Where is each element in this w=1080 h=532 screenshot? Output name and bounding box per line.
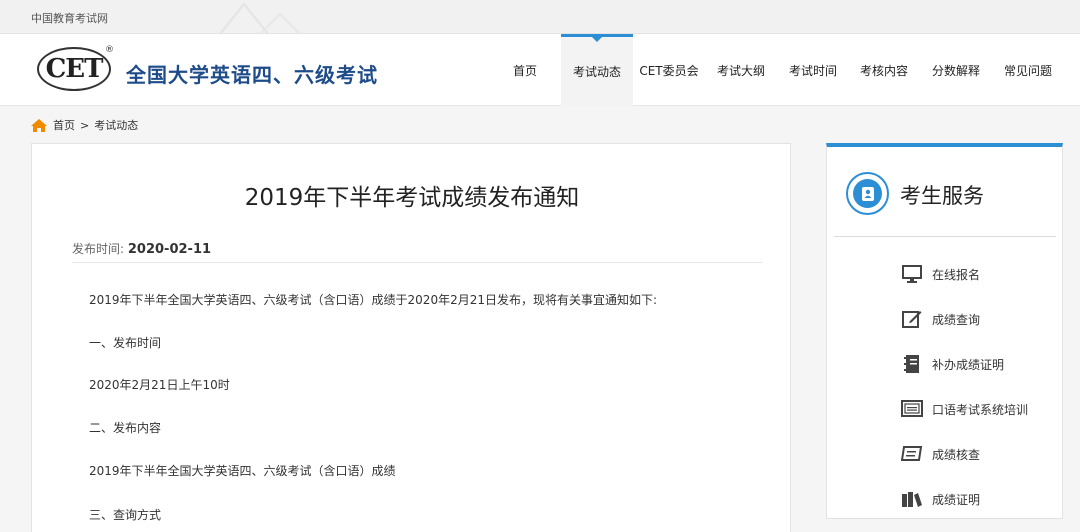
nav-item-exam-time[interactable]: 考试时间 bbox=[782, 34, 844, 106]
nav-active-caret-icon bbox=[591, 36, 603, 42]
nav-item-cet-committee[interactable]: CET委员会 bbox=[636, 34, 702, 106]
meta-divider bbox=[72, 262, 762, 263]
nav-item-label: 考核内容 bbox=[859, 63, 908, 78]
nav-item-label: 考试时间 bbox=[788, 63, 837, 78]
article-paragraph: 一、发布时间 bbox=[89, 336, 162, 350]
edit-icon bbox=[901, 309, 923, 329]
service-score-certificate[interactable]: 成绩证明 bbox=[901, 488, 980, 510]
nav-item-faq[interactable]: 常见问题 bbox=[997, 34, 1059, 106]
article-panel: 2019年下半年考试成绩发布通知 发布时间: 2020-02-11 2019年下… bbox=[31, 143, 791, 532]
article-paragraph: 2019年下半年全国大学英语四、六级考试（含口语）成绩于2020年2月21日发布… bbox=[89, 293, 658, 307]
nav-item-exam-content[interactable]: 考核内容 bbox=[853, 34, 915, 106]
nav-item-label: 常见问题 bbox=[1003, 63, 1052, 78]
monitor-icon bbox=[901, 264, 923, 284]
nav-item-label: 分数解释 bbox=[931, 63, 980, 78]
cet-logo[interactable]: CET bbox=[37, 47, 111, 91]
home-icon bbox=[31, 118, 47, 132]
services-title: 考生服务 bbox=[900, 184, 984, 208]
books-icon bbox=[901, 489, 923, 509]
cet-logo-text: CET bbox=[45, 54, 104, 84]
service-label: 口语考试系统培训 bbox=[932, 402, 1029, 417]
services-divider bbox=[834, 236, 1056, 237]
service-oral-exam-training[interactable]: 口语考试系统培训 bbox=[901, 398, 1028, 420]
top-bar: 中国教育考试网 bbox=[0, 0, 1080, 34]
publish-meta: 发布时间: 2020-02-11 bbox=[72, 240, 211, 257]
book-open-icon bbox=[901, 444, 923, 464]
screen-icon bbox=[901, 399, 923, 419]
top-bar-decoration bbox=[220, 2, 301, 34]
nav-item-syllabus[interactable]: 考试大纲 bbox=[710, 34, 772, 106]
registered-mark: ® bbox=[105, 45, 114, 55]
nav-item-exam-news[interactable]: 考试动态 bbox=[561, 34, 633, 106]
breadcrumb-home[interactable]: 首页 bbox=[53, 117, 75, 133]
service-reissue-certificate[interactable]: 补办成绩证明 bbox=[901, 353, 1004, 375]
nav-item-label: 考试动态 bbox=[572, 65, 621, 79]
service-label: 成绩证明 bbox=[932, 492, 981, 507]
article-paragraph: 三、查询方式 bbox=[89, 508, 162, 522]
site-title[interactable]: 全国大学英语四、六级考试 bbox=[126, 59, 378, 88]
breadcrumb-separator: > bbox=[80, 118, 90, 132]
publish-date: 2020-02-11 bbox=[127, 242, 212, 257]
notebook-icon bbox=[901, 354, 923, 374]
nav-item-label: 首页 bbox=[512, 63, 537, 78]
service-label: 成绩核查 bbox=[932, 447, 981, 462]
nav-item-score-explanation[interactable]: 分数解释 bbox=[925, 34, 987, 106]
user-card-icon bbox=[846, 172, 889, 215]
candidate-services-panel: 考生服务 在线报名 成绩查询 补办成绩证明 口语考试系统培训 成绩核查 成绩证明 bbox=[826, 143, 1063, 519]
nav-item-label: CET委员会 bbox=[639, 63, 699, 78]
site-header: CET ® 全国大学英语四、六级考试 首页 考试动态 CET委员会 考试大纲 考… bbox=[0, 34, 1080, 106]
service-online-registration[interactable]: 在线报名 bbox=[901, 263, 980, 285]
breadcrumb: 首页 > 考试动态 bbox=[31, 117, 138, 133]
article-title: 2019年下半年考试成绩发布通知 bbox=[244, 185, 580, 211]
nav-item-label: 考试大纲 bbox=[716, 63, 765, 78]
publish-label: 发布时间: bbox=[72, 242, 125, 256]
service-score-query[interactable]: 成绩查询 bbox=[901, 308, 980, 330]
service-label: 成绩查询 bbox=[932, 312, 981, 327]
nav-item-home[interactable]: 首页 bbox=[500, 34, 550, 106]
service-score-review[interactable]: 成绩核查 bbox=[901, 443, 980, 465]
article-paragraph: 2020年2月21日上午10时 bbox=[89, 378, 230, 392]
article-paragraph: 2019年下半年全国大学英语四、六级考试（含口语）成绩 bbox=[89, 464, 396, 478]
breadcrumb-current[interactable]: 考试动态 bbox=[94, 117, 138, 133]
top-bar-site-name[interactable]: 中国教育考试网 bbox=[31, 10, 108, 26]
service-label: 补办成绩证明 bbox=[932, 357, 1005, 372]
service-label: 在线报名 bbox=[932, 267, 981, 282]
article-paragraph: 二、发布内容 bbox=[89, 421, 162, 435]
